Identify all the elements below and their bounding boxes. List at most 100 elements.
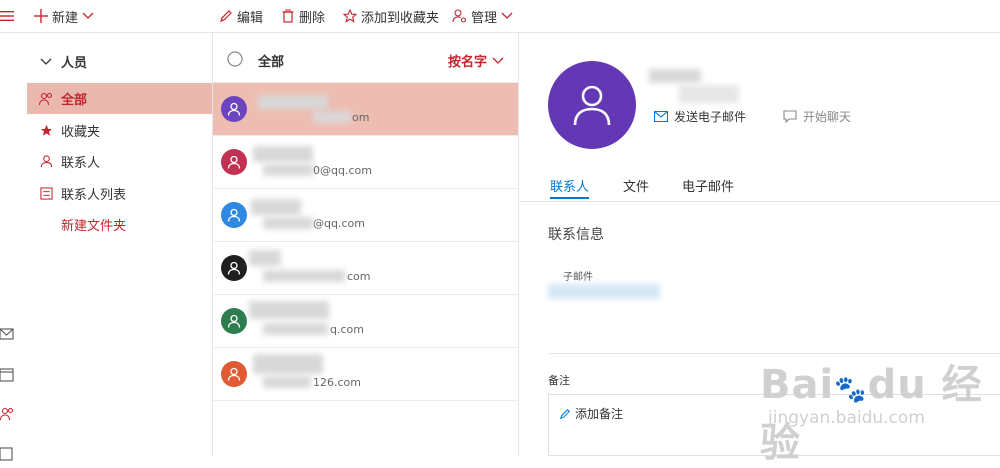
mail-icon xyxy=(654,111,668,122)
list-item-email: om xyxy=(352,111,370,124)
avatar xyxy=(221,96,247,122)
chat-icon xyxy=(783,110,797,123)
person-gear-icon xyxy=(452,9,467,23)
calendar-icon[interactable] xyxy=(0,368,14,382)
avatar xyxy=(221,361,247,387)
list-item-email: 126.com xyxy=(313,376,361,389)
delete-label: 删除 xyxy=(299,10,326,26)
sort-dropdown[interactable]: 按名字 xyxy=(448,51,504,70)
manage-button[interactable]: 管理 xyxy=(452,5,513,27)
new-button[interactable]: 新建 xyxy=(34,5,94,27)
hamburger-icon xyxy=(0,11,14,21)
avatar xyxy=(221,149,247,175)
list-item[interactable]: q.com xyxy=(213,294,518,347)
folder-item-label: 联系人 xyxy=(61,156,101,171)
redacted-name xyxy=(251,199,301,215)
list-item-email: @qq.com xyxy=(313,217,365,230)
folder-item-label: 全部 xyxy=(61,93,88,108)
chevron-down-icon xyxy=(492,57,504,64)
redacted-name xyxy=(258,95,328,109)
command-bar: 新建 编辑 删除 添加到收藏夹 管理 xyxy=(0,0,1000,33)
redacted-email xyxy=(313,111,351,123)
folder-item-contact-lists[interactable]: 联系人列表 xyxy=(27,178,212,209)
notes-box[interactable]: 添加备注 xyxy=(548,394,1000,456)
person-icon xyxy=(227,102,241,116)
folder-pane: 人员 全部 收藏夹 联系人 联系人列表 新建文件夹 xyxy=(27,33,213,456)
redacted-email xyxy=(263,270,345,282)
tasks-icon[interactable] xyxy=(0,447,14,461)
folder-item-favorites[interactable]: 收藏夹 xyxy=(27,115,212,146)
folder-item-label: 联系人列表 xyxy=(61,188,127,203)
add-to-favorites-label: 添加到收藏夹 xyxy=(361,10,440,26)
person-icon xyxy=(227,367,241,381)
add-note-button[interactable]: 添加备注 xyxy=(559,405,623,422)
avatar xyxy=(221,308,247,334)
redacted-contact-name xyxy=(679,85,739,103)
star-icon xyxy=(39,124,53,138)
section-title: 人员 xyxy=(61,56,88,71)
plus-icon xyxy=(34,9,48,23)
tab-files[interactable]: 文件 xyxy=(623,176,649,195)
tab-contact[interactable]: 联系人 xyxy=(550,176,589,195)
start-chat-label: 开始聊天 xyxy=(803,110,852,124)
person-icon xyxy=(227,314,241,328)
contact-detail-pane: 发送电子邮件 开始聊天 联系人 文件 电子邮件 联系信息 子邮件 备注 添加备注 xyxy=(519,33,1000,456)
sort-label: 按名字 xyxy=(447,55,487,70)
chevron-down-icon xyxy=(39,55,53,69)
list-item[interactable]: 126.com xyxy=(213,347,518,401)
chevron-down-icon xyxy=(501,12,513,19)
folder-item-contacts[interactable]: 联系人 xyxy=(27,146,212,177)
person-icon xyxy=(227,155,241,169)
email-field-label: 子邮件 xyxy=(563,272,593,283)
hamburger-menu-button[interactable] xyxy=(0,5,14,27)
redacted-name xyxy=(253,354,323,374)
contact-list-icon xyxy=(39,187,53,201)
star-outline-icon xyxy=(343,9,357,23)
pencil-icon xyxy=(220,10,232,22)
new-folder-label: 新建文件夹 xyxy=(61,219,127,234)
start-chat-button[interactable]: 开始聊天 xyxy=(783,108,851,125)
add-note-label: 添加备注 xyxy=(575,407,624,421)
list-item-email: 0@qq.com xyxy=(313,164,372,177)
pencil-icon xyxy=(559,408,571,419)
new-folder-link[interactable]: 新建文件夹 xyxy=(27,209,212,240)
trash-icon xyxy=(282,9,294,23)
manage-label: 管理 xyxy=(471,10,498,26)
list-header-title: 全部 xyxy=(258,55,285,70)
app-rail xyxy=(0,33,28,461)
list-item-email: com xyxy=(347,270,371,283)
chevron-down-icon xyxy=(82,12,94,19)
redacted-name xyxy=(253,146,313,162)
avatar xyxy=(221,255,247,281)
people-section-header[interactable]: 人员 xyxy=(27,46,212,77)
person-icon xyxy=(39,155,53,169)
edit-button[interactable]: 编辑 xyxy=(219,5,263,27)
notes-label: 备注 xyxy=(548,374,570,387)
list-item-email: q.com xyxy=(330,323,364,336)
edit-label: 编辑 xyxy=(237,10,264,26)
add-to-favorites-button[interactable]: 添加到收藏夹 xyxy=(343,5,439,27)
tab-email[interactable]: 电子邮件 xyxy=(682,176,734,195)
list-item[interactable]: @qq.com xyxy=(213,188,518,241)
person-icon xyxy=(573,85,611,126)
select-all-checkbox[interactable] xyxy=(227,51,243,67)
folder-item-label: 收藏夹 xyxy=(61,125,101,140)
people-icon xyxy=(39,92,53,106)
redacted-email xyxy=(263,376,311,388)
redacted-email xyxy=(263,217,313,229)
active-tab-indicator xyxy=(550,197,589,199)
folder-item-all[interactable]: 全部 xyxy=(27,83,212,114)
new-label: 新建 xyxy=(52,10,79,26)
contact-info-heading: 联系信息 xyxy=(548,227,604,243)
list-item[interactable]: 0@qq.com xyxy=(213,135,518,188)
redacted-email-value xyxy=(548,284,660,299)
people-icon[interactable] xyxy=(0,407,14,421)
list-item[interactable]: com xyxy=(213,241,518,294)
delete-button[interactable]: 删除 xyxy=(281,5,325,27)
avatar xyxy=(221,202,247,228)
mail-icon[interactable] xyxy=(0,327,14,341)
person-icon xyxy=(227,208,241,222)
list-item[interactable]: om xyxy=(213,82,518,135)
send-email-button[interactable]: 发送电子邮件 xyxy=(654,108,746,125)
person-icon xyxy=(227,261,241,275)
